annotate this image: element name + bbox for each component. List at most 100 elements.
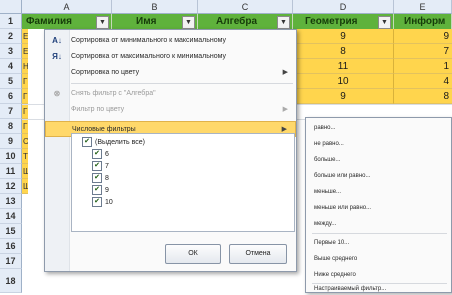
cell-a10-fragment[interactable]: Т	[22, 149, 28, 164]
row-header-14[interactable]: 14	[0, 209, 22, 224]
submenu-item-not-equals[interactable]: не равно...	[314, 136, 344, 152]
cell-a7-fragment[interactable]: Г	[22, 104, 28, 119]
header-cell-informatika: Информ	[394, 14, 452, 29]
menu-item-filter-by-color: Фильтр по цвету ▶	[45, 102, 296, 118]
ok-button[interactable]: ОК	[165, 244, 221, 264]
header-label-algebra: Алгебра	[216, 16, 258, 27]
menu-item-label: Числовые фильтры	[72, 126, 136, 133]
checkbox-value-10[interactable]: ✔ 10	[92, 197, 113, 209]
menu-item-label: Сортировка от минимального к максимально…	[71, 37, 227, 44]
checkbox-checked-icon: ✔	[92, 197, 102, 208]
column-header-b[interactable]: B	[112, 0, 198, 14]
cell-a2-fragment[interactable]: Е	[22, 29, 28, 44]
menu-separator	[71, 83, 293, 84]
row-header-11[interactable]: 11	[0, 164, 22, 179]
cell-e2[interactable]: 9	[394, 29, 452, 44]
cell-a3-fragment[interactable]: Е	[22, 44, 28, 59]
cell-d6[interactable]: 9	[293, 89, 394, 104]
cell-e5[interactable]: 4	[394, 74, 452, 89]
column-header-d[interactable]: D	[293, 0, 394, 14]
row-header-5[interactable]: 5	[0, 74, 22, 89]
clear-filter-icon: ⊗	[53, 89, 61, 98]
cell-a9-fragment[interactable]: С	[22, 134, 28, 149]
menu-item-sort-descending[interactable]: Я↓ Сортировка от максимального к минимал…	[45, 49, 296, 65]
row-header-3[interactable]: 3	[0, 44, 22, 59]
checkbox-value-8[interactable]: ✔ 8	[92, 173, 109, 185]
checkbox-checked-icon: ✔	[82, 137, 92, 148]
cell-d2[interactable]: 9	[293, 29, 394, 44]
column-header-a[interactable]: A	[22, 0, 112, 14]
cell-d4[interactable]: 11	[293, 59, 394, 74]
header-cell-geometriya: Геометрия ▼	[293, 14, 394, 29]
header-cell-imya: Имя ▼	[112, 14, 198, 29]
header-label-informatika: Информ	[404, 16, 446, 27]
cell-a4-fragment[interactable]: Н	[22, 59, 28, 74]
checkbox-checked-icon: ✔	[92, 161, 102, 172]
submenu-item-greater[interactable]: больше...	[314, 152, 340, 168]
row-header-13[interactable]: 13	[0, 194, 22, 209]
checkbox-value-9[interactable]: ✔ 9	[92, 185, 109, 197]
menu-item-sort-by-color[interactable]: Сортировка по цвету ▶	[45, 65, 296, 81]
menu-item-label: Фильтр по цвету	[71, 106, 125, 113]
cell-d3[interactable]: 8	[293, 44, 394, 59]
checkbox-checked-icon: ✔	[92, 149, 102, 160]
filter-dropdown-imya-icon[interactable]: ▼	[182, 16, 195, 29]
cell-a12-fragment[interactable]: Ш	[22, 179, 28, 194]
row-header-6[interactable]: 6	[0, 89, 22, 104]
cell-a6-fragment[interactable]: Г	[22, 89, 28, 104]
row-header-7[interactable]: 7	[0, 104, 22, 119]
checkbox-label: (Выделить все)	[95, 139, 145, 146]
header-cell-familiya: Фамилия ▼	[22, 14, 112, 29]
submenu-item-greater-or-equal[interactable]: больше или равно...	[314, 168, 370, 184]
column-header-e[interactable]: E	[394, 0, 452, 14]
cell-e3[interactable]: 7	[394, 44, 452, 59]
header-label-familiya: Фамилия	[26, 16, 72, 27]
filter-dropdown-familiya-icon[interactable]: ▼	[96, 16, 109, 29]
column-header-c[interactable]: C	[198, 0, 293, 14]
menu-item-sort-ascending[interactable]: A↓ Сортировка от минимального к максимал…	[45, 33, 296, 49]
checkbox-label: 10	[105, 199, 113, 206]
row-header-9[interactable]: 9	[0, 134, 22, 149]
row-header-8[interactable]: 8	[0, 119, 22, 134]
filter-dropdown-geometriya-icon[interactable]: ▼	[378, 16, 391, 29]
submenu-item-top-10[interactable]: Первые 10...	[314, 235, 349, 251]
checkbox-checked-icon: ✔	[92, 173, 102, 184]
cell-e4[interactable]: 1	[394, 59, 452, 74]
menu-item-label: Сортировка по цвету	[71, 69, 140, 76]
submenu-item-less-or-equal[interactable]: меньше или равно...	[314, 200, 371, 216]
row-header-15[interactable]: 15	[0, 224, 22, 239]
filter-dropdown-algebra-icon[interactable]: ▼	[277, 16, 290, 29]
cell-a8-fragment[interactable]: Г	[22, 119, 28, 134]
checkbox-checked-icon: ✔	[92, 185, 102, 196]
submenu-item-custom-filter[interactable]: Настраиваемый фильтр...	[314, 283, 386, 293]
header-cell-algebra: Алгебра ▼	[198, 14, 293, 29]
number-filters-submenu: равно... не равно... больше... больше ил…	[305, 117, 452, 293]
submenu-item-equals[interactable]: равно...	[314, 120, 336, 136]
submenu-arrow-icon: ▶	[282, 106, 288, 113]
cancel-button[interactable]: Отмена	[229, 244, 287, 264]
submenu-item-between[interactable]: между...	[314, 216, 336, 232]
row-header-4[interactable]: 4	[0, 59, 22, 74]
row-header-10[interactable]: 10	[0, 149, 22, 164]
submenu-item-below-average[interactable]: Ниже среднего	[314, 267, 356, 283]
submenu-item-above-average[interactable]: Выше среднего	[314, 251, 357, 267]
checkbox-value-6[interactable]: ✔ 6	[92, 149, 109, 161]
submenu-item-less[interactable]: меньше...	[314, 184, 341, 200]
row-header-2[interactable]: 2	[0, 29, 22, 44]
row-header-18[interactable]: 18	[0, 269, 22, 293]
row-header-1[interactable]: 1	[0, 14, 22, 29]
row-header-12[interactable]: 12	[0, 179, 22, 194]
cell-d5[interactable]: 10	[293, 74, 394, 89]
cell-a11-fragment[interactable]: Ш	[22, 164, 28, 179]
cell-a5-fragment[interactable]: Г	[22, 74, 28, 89]
select-all-corner[interactable]	[0, 0, 22, 14]
row-header-16[interactable]: 16	[0, 239, 22, 254]
checkbox-select-all[interactable]: ✔ (Выделить все)	[82, 137, 145, 149]
filter-values-list[interactable]: ✔ (Выделить все) ✔ 6 ✔ 7 ✔ 8 ✔ 9 ✔ 10	[71, 133, 295, 232]
row-header-17[interactable]: 17	[0, 254, 22, 269]
checkbox-value-7[interactable]: ✔ 7	[92, 161, 109, 173]
sort-descending-icon: Я↓	[52, 52, 62, 61]
cell-e6[interactable]: 8	[394, 89, 452, 104]
header-label-imya: Имя	[136, 16, 157, 27]
autofilter-menu: A↓ Сортировка от минимального к максимал…	[44, 29, 297, 272]
